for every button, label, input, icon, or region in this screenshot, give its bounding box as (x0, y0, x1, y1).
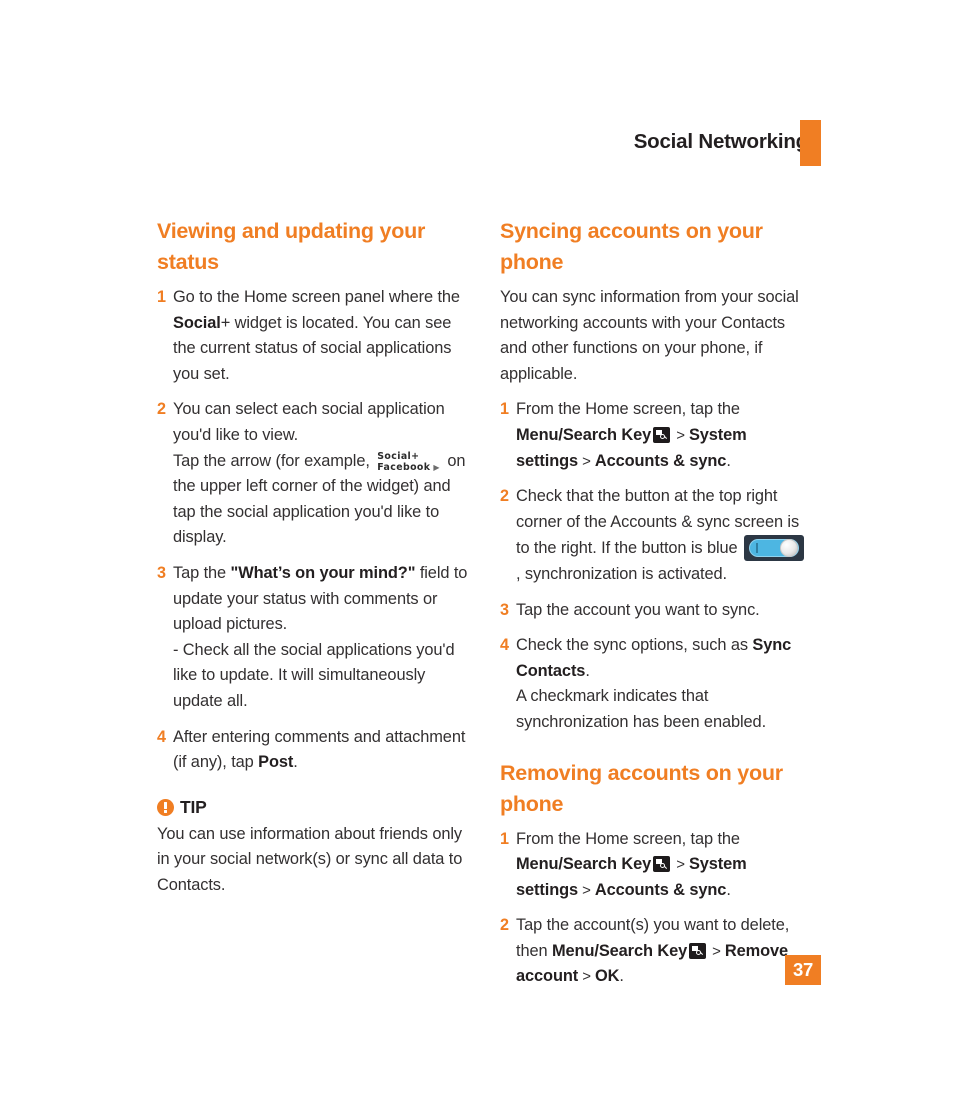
step-item: 3 Tap the "What’s on your mind?" field to… (157, 561, 475, 715)
section-title: Syncing accounts on your phone (500, 219, 763, 274)
steps-list-viewing-status: 1 Go to the Home screen panel where the S… (157, 285, 475, 776)
step-number: 1 (157, 288, 166, 306)
emphasis-text: OK (594, 967, 620, 986)
right-sections: Syncing accounts on your phone You can sy… (500, 216, 810, 990)
separator-text: > (578, 452, 595, 470)
play-arrow-icon: ▶ (433, 462, 440, 472)
step-number: 2 (157, 400, 166, 419)
separator-text: > (578, 968, 595, 986)
step-number: 1 (500, 829, 509, 848)
step-text: . (619, 967, 624, 986)
step-text: A checkmark indicates that synchronizati… (516, 687, 767, 731)
sync-toggle-graphic (744, 535, 805, 562)
separator-text: > (708, 942, 725, 960)
separator-text: > (672, 856, 689, 874)
tip-block: TIP You can use information about friend… (157, 797, 475, 899)
widget-line-1: Social+ (377, 451, 420, 463)
emphasis-text: "What’s on your mind?" (230, 563, 416, 582)
warning-exclamation-icon (157, 798, 174, 816)
left-column: Viewing and updating your status 1 Go to … (157, 216, 475, 908)
step-item: 1 From the Home screen, tap the Menu/Sear… (500, 827, 810, 904)
separator-text: > (578, 881, 595, 899)
menu-search-key-icon (653, 426, 671, 443)
step-number: 4 (157, 727, 166, 746)
steps-list: 1 From the Home screen, tap the Menu/Sear… (500, 827, 810, 991)
step-text: From the Home screen, tap the (516, 400, 740, 419)
section-title: Removing accounts on your phone (500, 760, 783, 816)
step-text: - Check all the social applications you'… (173, 640, 455, 710)
menu-search-key-icon (689, 942, 707, 959)
step-item: 4 After entering comments and attachment … (157, 725, 475, 776)
widget-line-2: Facebook (377, 461, 431, 473)
tip-label: TIP (180, 796, 207, 817)
content-section: Removing accounts on your phone 1 From the… (500, 758, 810, 991)
emphasis-text: Menu/Search Key (516, 855, 652, 874)
emphasis-text: Post (258, 753, 294, 772)
step-text: You can select each social application y… (173, 400, 445, 444)
separator-text: > (672, 426, 689, 444)
step-item: 1 Go to the Home screen panel where the S… (157, 285, 475, 387)
step-item: 4 Check the sync options, such as Sync Co… (500, 633, 810, 735)
step-text: . (726, 451, 731, 470)
right-column: Syncing accounts on your phone You can sy… (500, 216, 810, 990)
step-number: 2 (500, 487, 509, 506)
emphasis-text: Menu/Search Key (516, 425, 652, 444)
section-intro-text: You can sync information from your socia… (500, 288, 799, 383)
step-text: Tap the (173, 563, 231, 582)
step-number: 3 (157, 563, 166, 582)
step-text: Go to the Home screen panel where the (173, 288, 460, 306)
page-number-badge: 37 (785, 955, 821, 985)
social-facebook-widget-graphic: Social+ Facebook ▶ (377, 451, 440, 474)
step-item: 2 Check that the button at the top right … (500, 484, 810, 587)
step-text: . (726, 880, 731, 899)
step-number: 4 (500, 636, 509, 655)
step-text: , synchronization is activated. (516, 564, 727, 583)
step-item: 2 You can select each social application … (157, 397, 475, 551)
step-text: Tap the arrow (for example, (173, 451, 375, 470)
page-title: Social Networking (633, 130, 809, 153)
step-item: 1 From the Home screen, tap the Menu/Sear… (500, 397, 810, 474)
content-section: Syncing accounts on your phone You can sy… (500, 216, 810, 736)
tip-text: You can use information about friends on… (157, 824, 463, 894)
step-text: Check the sync options, such as (516, 636, 753, 655)
emphasis-text: Accounts & sync (594, 451, 727, 470)
emphasis-text: Accounts & sync (594, 880, 727, 899)
step-item: 3 Tap the account you want to sync. (500, 598, 810, 624)
section-title-viewing-status: Viewing and updating your status (157, 219, 426, 274)
steps-list: 1 From the Home screen, tap the Menu/Sear… (500, 397, 810, 735)
emphasis-text: Social (173, 313, 221, 332)
step-text: After entering comments and attachment (… (173, 727, 466, 772)
header-accent-bar (800, 120, 821, 166)
step-item: 2 Tap the account(s) you want to delete, … (500, 913, 810, 990)
step-number: 1 (500, 400, 509, 419)
step-text: Tap the account you want to sync. (516, 600, 760, 619)
step-text: From the Home screen, tap the (516, 829, 740, 848)
emphasis-text: Menu/Search Key (551, 941, 688, 960)
step-text: . (585, 661, 590, 680)
step-text: . (293, 753, 298, 772)
step-number: 3 (500, 600, 509, 619)
step-number: 2 (500, 916, 509, 935)
menu-search-key-icon (653, 856, 671, 873)
tip-header: TIP (157, 797, 475, 818)
